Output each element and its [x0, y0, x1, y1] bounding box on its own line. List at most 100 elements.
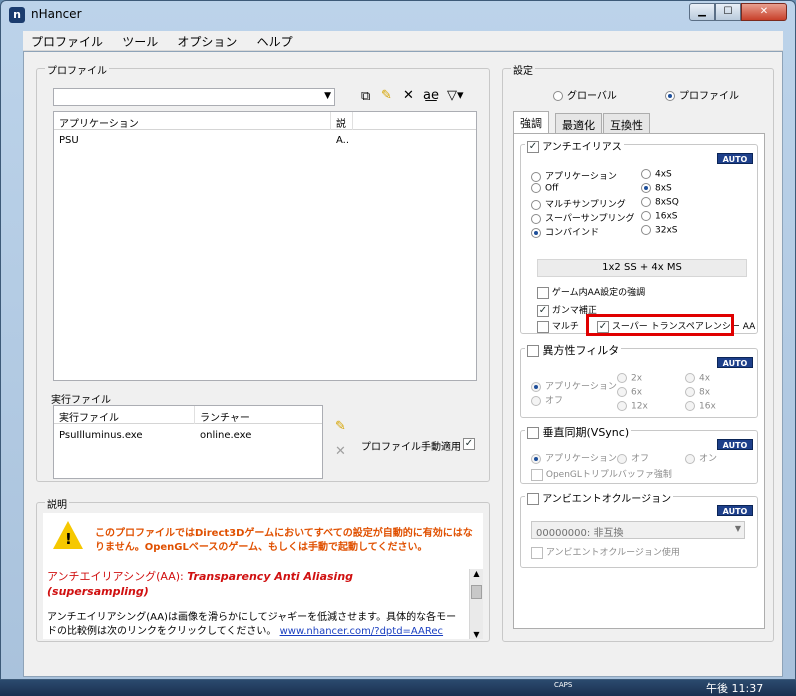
scope-global-radio[interactable] [553, 91, 563, 101]
vsync-mode-off[interactable]: オフ [617, 451, 649, 464]
close-button[interactable]: ✕ [741, 3, 787, 21]
scope-profile[interactable]: プロファイル [665, 87, 739, 102]
manual-apply-checkbox[interactable]: ✓ [463, 438, 475, 450]
filter-icon[interactable]: ▽▾ [447, 88, 464, 103]
aa-title[interactable]: ✓ アンチエイリアス [525, 138, 624, 153]
af-auto-badge[interactable]: AUTO [717, 357, 753, 368]
tab-compat[interactable]: 互換性 [603, 113, 650, 133]
aa-level-4xs-radio[interactable] [641, 169, 651, 179]
af-level-8x[interactable]: 8x [685, 387, 710, 398]
aa-mode-combined[interactable]: コンバインド [531, 225, 599, 238]
af-level-6x-radio[interactable] [617, 387, 627, 397]
aa-level-32xs-radio[interactable] [641, 225, 651, 235]
af-level-2x-radio[interactable] [617, 373, 627, 383]
delete-profile-icon[interactable]: ✕ [403, 88, 414, 103]
rename-profile-icon[interactable]: a͟e [423, 88, 439, 103]
aa-level-16xs[interactable]: 16xS [641, 211, 678, 222]
minimize-button[interactable]: ▁ [689, 3, 715, 21]
vsync-mode-on-radio[interactable] [685, 453, 695, 464]
tab-optimize[interactable]: 最適化 [555, 113, 602, 133]
ao-auto-badge[interactable]: AUTO [717, 505, 753, 516]
vsync-mode-app-radio[interactable] [531, 453, 541, 464]
aa-auto-badge[interactable]: AUTO [717, 153, 753, 164]
aa-level-8xs[interactable]: 8xS [641, 183, 672, 194]
vsync-mode-app[interactable]: アプリケーション [531, 451, 617, 464]
ao-checkbox[interactable] [527, 493, 539, 505]
af-mode-off-radio[interactable] [531, 395, 541, 406]
af-title[interactable]: 異方性フィルタ [525, 342, 622, 358]
ao-use-checkbox[interactable] [531, 546, 543, 559]
menu-tools[interactable]: ツール [114, 31, 166, 52]
vsync-triple-checkbox[interactable] [531, 468, 543, 481]
aa-multi[interactable]: マルチ [537, 319, 579, 333]
scroll-down-icon[interactable]: ▼ [470, 630, 483, 639]
profile-row-app[interactable]: PSU [59, 135, 79, 146]
description-scrollbar[interactable]: ▲ ▼ [469, 569, 483, 639]
ao-select-arrow-icon[interactable]: ▼ [735, 524, 741, 533]
aa-mode-off[interactable]: Off [531, 183, 558, 194]
aa-level-4xs[interactable]: 4xS [641, 169, 672, 180]
scroll-thumb[interactable] [471, 585, 482, 599]
af-level-16x[interactable]: 16x [685, 401, 716, 412]
col-application[interactable]: アプリケーション [59, 115, 139, 130]
aa-level-8xsq[interactable]: 8xSQ [641, 197, 679, 208]
ao-use[interactable]: アンビエントオクルージョン使用 [531, 545, 680, 559]
profile-row-desc[interactable]: A.. [336, 135, 349, 146]
aa-level-32xs[interactable]: 32xS [641, 225, 678, 236]
aa-checkbox[interactable]: ✓ [527, 141, 539, 153]
af-checkbox[interactable] [527, 345, 539, 357]
aa-enhance-checkbox[interactable] [537, 286, 549, 299]
aa-gamma-checkbox[interactable]: ✓ [537, 304, 549, 317]
af-level-12x[interactable]: 12x [617, 401, 648, 412]
aa-enhance-ingame[interactable]: ゲーム内AA設定の強調 [537, 285, 645, 299]
aa-mode-ms-radio[interactable] [531, 199, 541, 210]
scope-profile-radio[interactable] [665, 91, 675, 101]
scroll-up-icon[interactable]: ▲ [470, 569, 483, 578]
profile-combo[interactable]: ▼ [53, 88, 335, 106]
aa-mode-supersampling[interactable]: スーパーサンプリング [531, 211, 634, 224]
description-link[interactable]: www.nhancer.com/?dptd=AARec [280, 626, 443, 637]
remove-exec-icon[interactable]: ✕ [335, 444, 346, 459]
af-mode-app[interactable]: アプリケーション [531, 379, 617, 392]
af-level-2x[interactable]: 2x [617, 373, 642, 384]
vsync-mode-off-radio[interactable] [617, 453, 627, 464]
exec-file-list[interactable]: 実行ファイル ランチャー PsuIlluminus.exe online.exe [53, 405, 323, 479]
vsync-auto-badge[interactable]: AUTO [717, 439, 753, 450]
add-exec-icon[interactable]: ✎ [335, 419, 346, 434]
af-level-12x-radio[interactable] [617, 401, 627, 411]
menu-help[interactable]: ヘルプ [249, 31, 301, 52]
af-level-4x[interactable]: 4x [685, 373, 710, 384]
aa-mode-off-radio[interactable] [531, 183, 541, 193]
scope-global[interactable]: グローバル [553, 87, 617, 102]
maximize-button[interactable]: ☐ [715, 3, 741, 21]
af-level-8x-radio[interactable] [685, 387, 695, 397]
aa-multi-checkbox[interactable] [537, 320, 549, 333]
af-mode-app-radio[interactable] [531, 381, 541, 392]
aa-mode-app[interactable]: アプリケーション [531, 169, 617, 182]
aa-mode-multisampling[interactable]: マルチサンプリング [531, 197, 626, 210]
vsync-checkbox[interactable] [527, 427, 539, 439]
aa-level-8xsq-radio[interactable] [641, 197, 651, 207]
vsync-opengl-triple[interactable]: OpenGLトリプルバッファ強制 [531, 467, 672, 481]
ao-select[interactable]: 00000000: 非互換 ▼ [531, 521, 745, 539]
exec-row-file[interactable]: PsuIlluminus.exe [59, 430, 143, 441]
menu-profile[interactable]: プロファイル [23, 31, 111, 52]
ao-title[interactable]: アンビエントオクルージョン [525, 490, 674, 505]
col-description[interactable]: 説 [336, 115, 346, 130]
af-level-4x-radio[interactable] [685, 373, 695, 383]
af-level-16x-radio[interactable] [685, 401, 695, 411]
aa-mode-ss-radio[interactable] [531, 213, 541, 224]
aa-mode-combined-radio[interactable] [531, 227, 541, 238]
tab-enhance[interactable]: 強調 [513, 111, 549, 133]
exec-row-launcher[interactable]: online.exe [200, 430, 251, 441]
col-launcher[interactable]: ランチャー [200, 409, 250, 424]
menu-options[interactable]: オプション [169, 31, 245, 52]
aa-mode-app-radio[interactable] [531, 171, 541, 182]
copy-profile-icon[interactable]: ⧉ [361, 89, 370, 104]
profile-list[interactable]: アプリケーション 説 PSU A.. [53, 111, 477, 381]
af-mode-off[interactable]: オフ [531, 393, 563, 406]
new-profile-icon[interactable]: ✎ [381, 88, 392, 103]
aa-level-16xs-radio[interactable] [641, 211, 651, 221]
title-bar[interactable]: n nHancer ▁ ☐ ✕ [1, 1, 795, 31]
vsync-title[interactable]: 垂直同期(VSync) [525, 424, 632, 440]
